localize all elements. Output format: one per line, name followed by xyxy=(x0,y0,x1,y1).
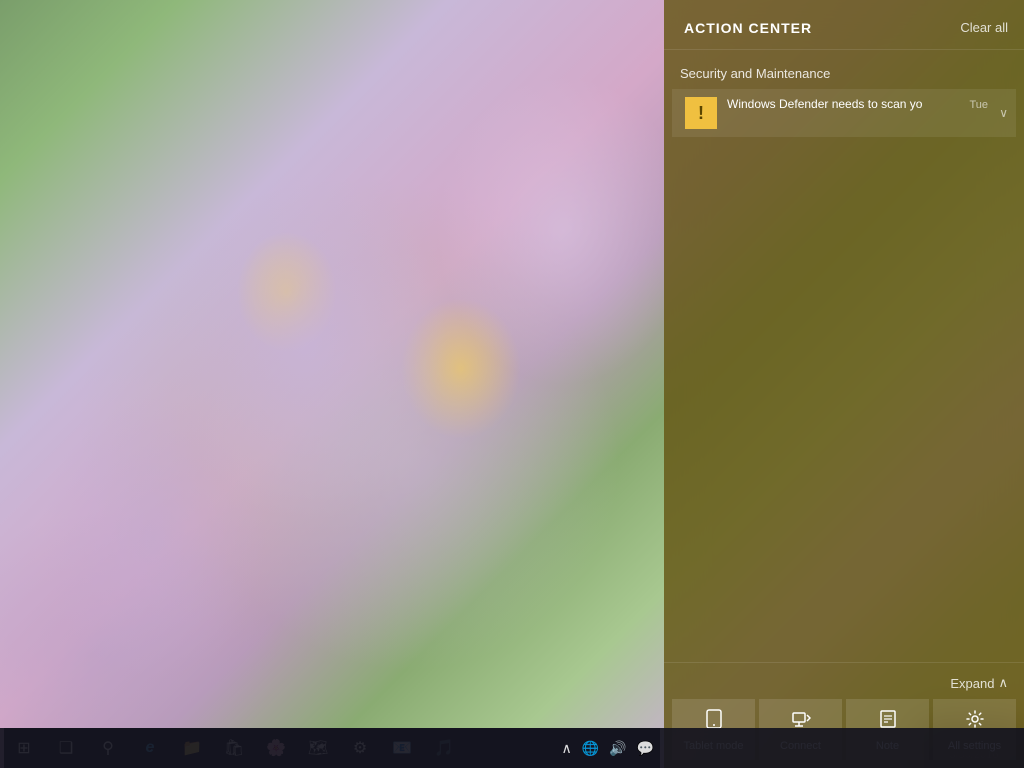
notification-content: Windows Defender needs to scan yo xyxy=(727,97,1008,111)
tray-expand-icon[interactable]: ∧ xyxy=(559,738,573,759)
notification-time: Tue xyxy=(969,99,988,111)
network-tray-icon[interactable]: 🌐 xyxy=(580,738,601,759)
defender-notification[interactable]: ! Windows Defender needs to scan yo Tue … xyxy=(672,89,1016,137)
chevron-down-icon: ∨ xyxy=(999,106,1008,120)
security-maintenance-label: Security and Maintenance xyxy=(672,62,1016,89)
action-center-title: ACTION CENTER xyxy=(684,20,812,36)
clear-all-button[interactable]: Clear all xyxy=(960,16,1008,39)
warning-icon: ! xyxy=(685,97,717,129)
action-center-header: ACTION CENTER Clear all xyxy=(664,0,1024,50)
action-center-panel: ACTION CENTER Clear all Security and Mai… xyxy=(664,0,1024,768)
notification-text: Windows Defender needs to scan yo xyxy=(727,97,947,111)
taskbar-right xyxy=(664,728,1024,768)
volume-tray-icon[interactable]: 🔊 xyxy=(607,738,628,759)
expand-chevron-icon: ∧ xyxy=(998,675,1008,691)
expand-label: Expand xyxy=(950,676,994,691)
notifications-area: Security and Maintenance ! Windows Defen… xyxy=(664,50,1024,662)
expand-row: Expand ∧ xyxy=(672,671,1016,699)
system-tray: ∧ 🌐 🔊 💬 xyxy=(4,728,664,768)
notification-tray-icon[interactable]: 💬 xyxy=(635,738,656,759)
expand-button[interactable]: Expand ∧ xyxy=(950,675,1008,691)
